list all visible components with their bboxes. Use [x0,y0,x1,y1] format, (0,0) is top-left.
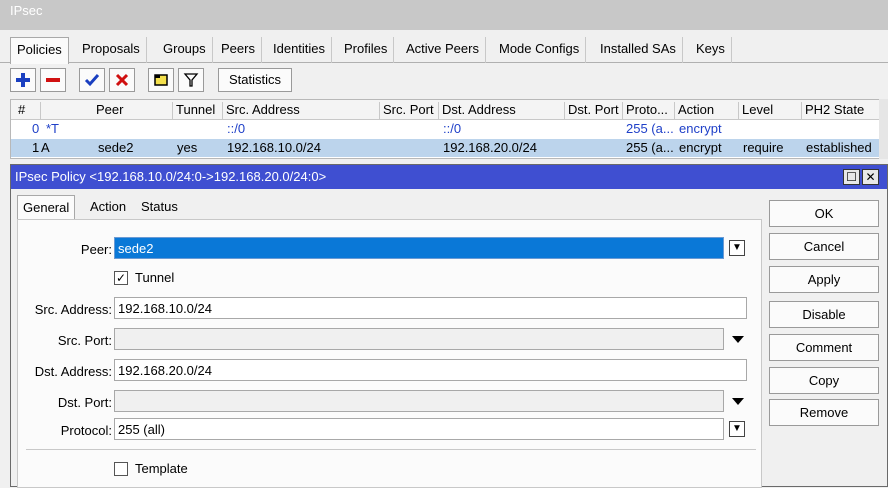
disable-button[interactable]: Disable [769,301,879,328]
peer-dropdown-icon[interactable]: ▼ [729,240,745,256]
cell-ph2-state: established [806,140,872,155]
tab-proposals[interactable]: Proposals [76,37,147,63]
close-icon[interactable]: ✕ [862,169,879,185]
main-tabs: Policies Proposals Groups Peers Identiti… [0,37,888,64]
cell-peer: sede2 [98,140,134,155]
dst-port-dropdown-icon[interactable] [732,398,744,405]
cell-action: encrypt [679,121,722,136]
ipsec-policy-dialog: IPsec Policy <192.168.10.0/24:0->192.168… [10,164,888,488]
ok-button[interactable]: OK [769,200,879,227]
col-num[interactable]: # [15,102,41,120]
table-row[interactable]: 0 *T ::/0 ::/0 255 (a... encrypt [11,120,887,138]
cell-num: 0 [32,121,40,136]
cell-dst: ::/0 [443,121,462,136]
cell-src: 192.168.10.0/24 [227,140,321,155]
dst-address-input[interactable]: 192.168.20.0/24 [114,359,747,381]
general-form: Peer: sede2 ▼ ✓ Tunnel Src. Address: 192… [17,219,762,488]
tab-policies[interactable]: Policies [10,37,69,64]
src-port-dropdown-icon[interactable] [732,336,744,343]
table-row[interactable]: 1 A sede2 yes 192.168.10.0/24 192.168.20… [11,139,887,157]
add-icon [16,73,30,87]
tab-groups[interactable]: Groups [157,37,213,63]
cell-proto: 255 (a... [626,121,674,136]
tab-profiles[interactable]: Profiles [338,37,395,63]
disable-button[interactable] [109,68,135,92]
col-dst-port[interactable]: Dst. Port [565,102,623,120]
cell-flags: A [41,140,50,155]
src-port-label: Src. Port: [57,333,112,348]
src-port-input[interactable] [114,328,724,350]
dialog-title: IPsec Policy <192.168.10.0/24:0->192.168… [15,169,327,184]
peer-select[interactable]: sede2 [114,237,724,259]
tab-action[interactable]: Action [85,195,131,219]
peer-label: Peer: [80,242,112,257]
protocol-select[interactable]: 255 (all) [114,418,724,440]
col-peer[interactable]: Peer [93,102,173,120]
cell-level: require [743,140,784,155]
window-title-bar: IPsec [0,0,888,30]
tab-active-peers[interactable]: Active Peers [400,37,486,63]
table-header: # Peer Tunnel Src. Address Src. Port Dst… [11,100,887,120]
cell-flags: *T [46,121,59,136]
toolbar: Statistics [0,64,888,96]
filter-button[interactable] [178,68,204,92]
filter-icon [183,73,199,87]
tunnel-label: Tunnel [135,270,175,285]
cell-action: encrypt [679,140,722,155]
cell-tunnel: yes [177,140,198,155]
tunnel-checkbox[interactable]: ✓ [114,271,128,285]
dst-address-label: Dst. Address: [34,364,112,379]
policies-table: # Peer Tunnel Src. Address Src. Port Dst… [10,99,888,159]
cell-dst: 192.168.20.0/24 [443,140,537,155]
template-checkbox[interactable] [114,462,128,476]
col-tunnel[interactable]: Tunnel [173,102,223,120]
tab-identities[interactable]: Identities [267,37,333,63]
dialog-title-bar[interactable]: IPsec Policy <192.168.10.0/24:0->192.168… [11,165,887,189]
disable-x-icon [115,73,129,87]
remove-button[interactable] [40,68,66,92]
tab-keys[interactable]: Keys [690,37,732,63]
tab-peers[interactable]: Peers [215,37,262,63]
src-address-label: Src. Address: [34,302,112,317]
tab-status[interactable]: Status [136,195,183,219]
apply-button[interactable]: Apply [769,266,879,293]
src-address-input[interactable]: 192.168.10.0/24 [114,297,747,319]
cell-proto: 255 (a... [626,140,674,155]
protocol-dropdown-icon[interactable]: ▼ [729,421,745,437]
col-src-port[interactable]: Src. Port [380,102,439,120]
add-button[interactable] [10,68,36,92]
dst-port-label: Dst. Port: [57,395,112,410]
window-title: IPsec [10,3,43,18]
protocol-label: Protocol: [60,423,112,438]
cell-src: ::/0 [227,121,246,136]
cancel-button[interactable]: Cancel [769,233,879,260]
copy-button[interactable]: Copy [769,367,879,394]
remove-icon [46,78,60,82]
col-level[interactable]: Level [739,102,802,120]
comment-icon [154,74,168,86]
remove-button[interactable]: Remove [769,399,879,426]
col-dst-address[interactable]: Dst. Address [439,102,565,120]
maximize-icon[interactable]: ☐ [843,169,860,185]
enable-button[interactable] [79,68,105,92]
col-src-address[interactable]: Src. Address [223,102,380,120]
col-protocol[interactable]: Proto... [623,102,675,120]
statistics-button[interactable]: Statistics [218,68,293,92]
comment-button[interactable]: Comment [769,334,879,361]
col-ph2-state[interactable]: PH2 State [802,102,880,120]
comment-button[interactable] [148,68,174,92]
dst-port-input[interactable] [114,390,724,412]
col-action[interactable]: Action [675,102,739,120]
form-divider [26,449,756,450]
template-label: Template [135,461,188,476]
enable-check-icon [84,74,100,87]
tab-mode-configs[interactable]: Mode Configs [493,37,587,63]
tab-general[interactable]: General [17,195,76,220]
table-scrollbar[interactable] [879,99,888,159]
tab-installed-sas[interactable]: Installed SAs [594,37,683,63]
